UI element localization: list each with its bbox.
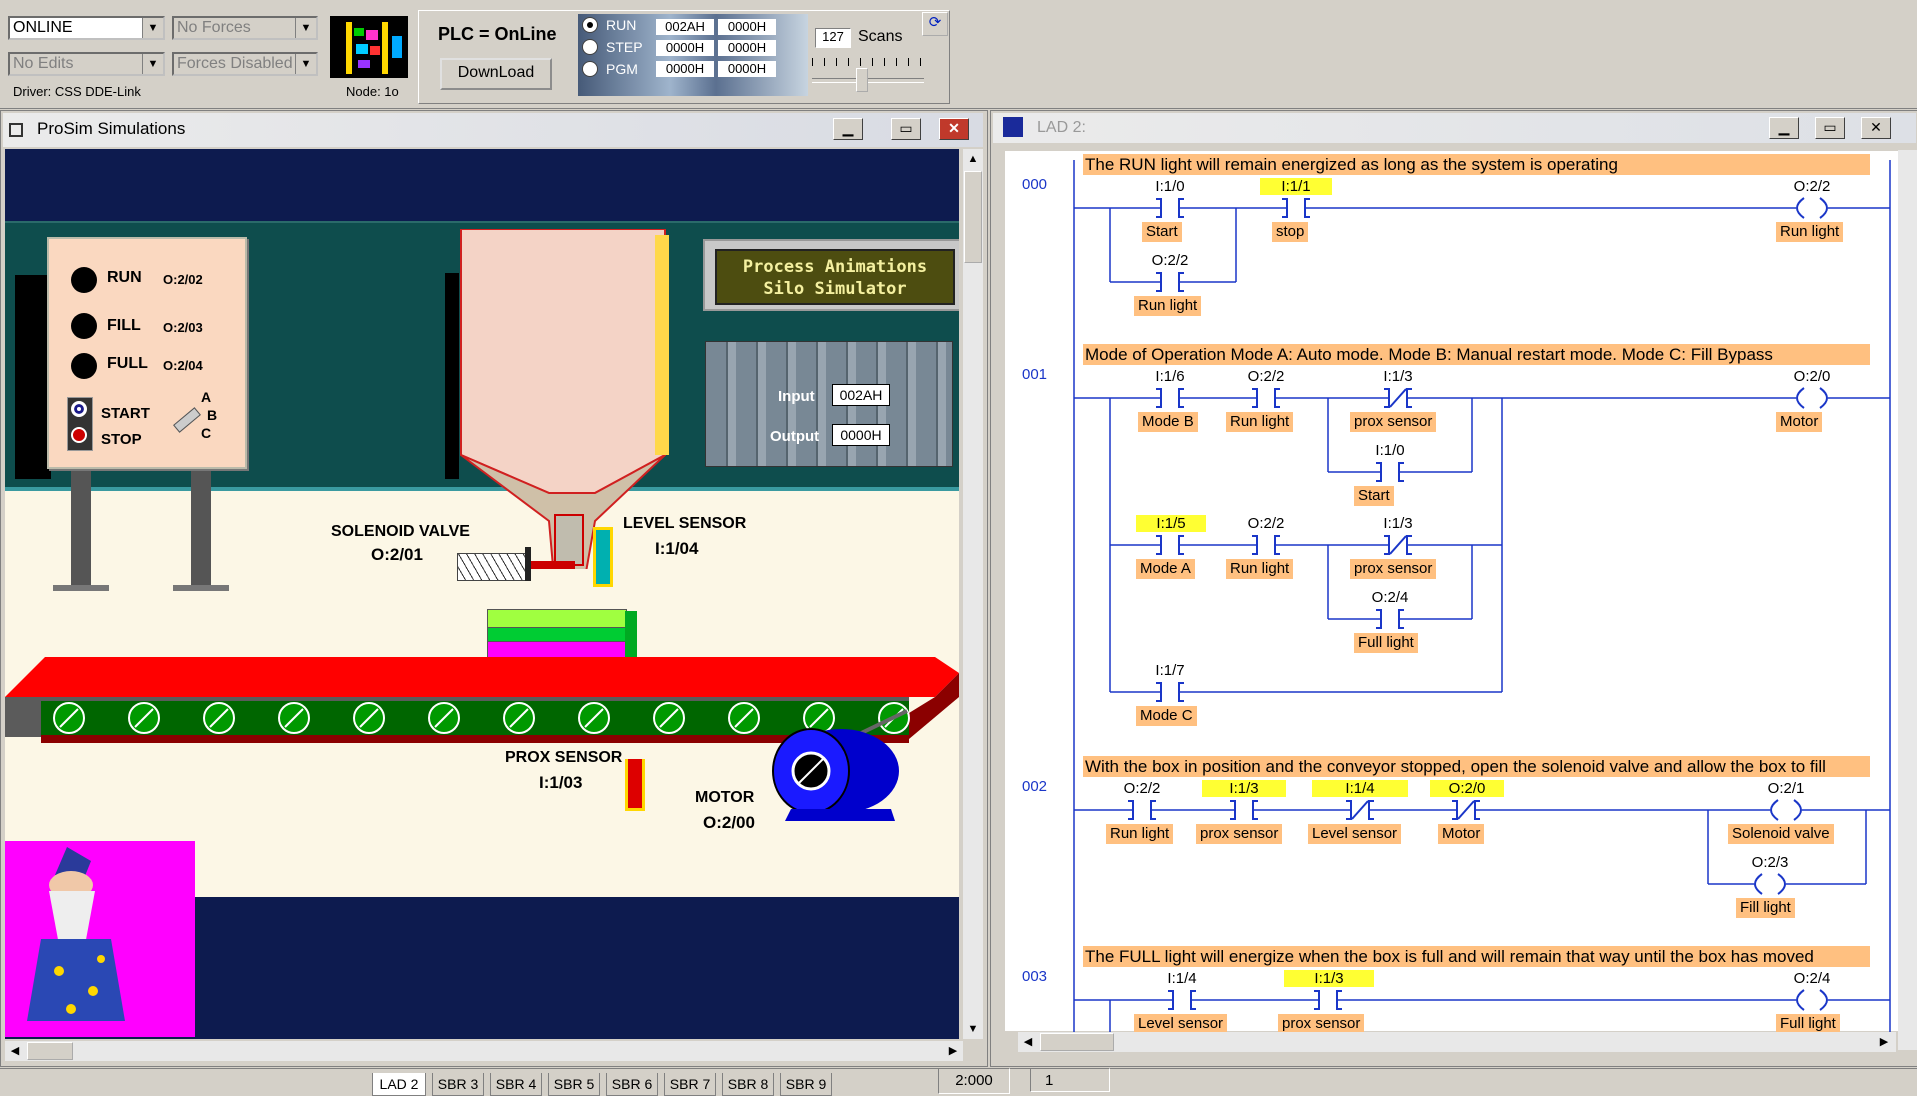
contact-gap[interactable]: [1160, 536, 1180, 554]
contact-address: I:1/5: [1136, 515, 1206, 532]
contact-address: O:2/0: [1430, 780, 1504, 797]
contact-address: I:1/3: [1202, 780, 1286, 797]
rung-number-002: 002: [1022, 778, 1048, 795]
contact-gap[interactable]: [1160, 273, 1180, 291]
contact-tag[interactable]: prox sensor: [1350, 559, 1437, 579]
coil-address: O:2/2: [1793, 178, 1831, 195]
coil-address: O:2/1: [1767, 780, 1805, 797]
contact-address: I:1/4: [1312, 780, 1408, 797]
coil-tag[interactable]: Fill light: [1736, 898, 1795, 918]
contact-gap[interactable]: [1380, 610, 1400, 628]
contact-address: O:2/2: [1247, 368, 1285, 385]
contact-address: I:1/4: [1167, 970, 1197, 987]
status-value-text: 1: [1045, 1072, 1054, 1089]
coil-tag[interactable]: Run light: [1776, 222, 1844, 242]
coil-tag[interactable]: Full light: [1776, 1014, 1840, 1034]
contact-tag[interactable]: Mode C: [1136, 706, 1197, 726]
hscroll-thumb[interactable]: [1040, 1033, 1114, 1051]
contact-gap[interactable]: [1256, 389, 1276, 407]
contact-tag[interactable]: Start: [1354, 486, 1394, 506]
tab-sbr-7[interactable]: SBR 7: [664, 1073, 716, 1096]
contact-tag[interactable]: Run light: [1134, 296, 1202, 316]
contact-tag[interactable]: Mode A: [1136, 559, 1195, 579]
scroll-right-arrow[interactable]: ▶: [1874, 1032, 1894, 1052]
contact-tag[interactable]: stop: [1272, 222, 1309, 242]
contact-address: O:2/2: [1247, 515, 1285, 532]
contact-address: O:2/2: [1151, 252, 1189, 269]
contact-address: I:1/0: [1155, 178, 1185, 195]
status-value: 1: [1030, 1068, 1110, 1092]
rung-number-001: 001: [1022, 366, 1048, 383]
contact-gap[interactable]: [1234, 801, 1254, 819]
contact-tag[interactable]: Start: [1142, 222, 1182, 242]
scroll-left-arrow[interactable]: ◀: [1018, 1032, 1038, 1052]
contact-gap[interactable]: [1172, 991, 1192, 1009]
tab-sbr-4[interactable]: SBR 4: [490, 1073, 542, 1096]
contact-gap[interactable]: [1256, 536, 1276, 554]
lad-vscrollbar[interactable]: [1898, 150, 1917, 1050]
contact-address: I:1/6: [1155, 368, 1185, 385]
contact-tag[interactable]: Level sensor: [1134, 1014, 1228, 1034]
rung-comment-003: The FULL light will energize when the bo…: [1083, 946, 1870, 967]
contact-tag[interactable]: Run light: [1106, 824, 1174, 844]
tab-sbr-6[interactable]: SBR 6: [606, 1073, 658, 1096]
tab-lad-2[interactable]: LAD 2: [372, 1073, 426, 1096]
coil-tag[interactable]: Solenoid valve: [1728, 824, 1834, 844]
contact-tag[interactable]: Run light: [1226, 559, 1294, 579]
contact-tag[interactable]: Mode B: [1138, 412, 1198, 432]
status-position-value: 2:000: [955, 1072, 993, 1089]
tab-sbr-9[interactable]: SBR 9: [780, 1073, 832, 1096]
rung-number-003: 003: [1022, 968, 1048, 985]
contact-tag[interactable]: Motor: [1438, 824, 1485, 844]
contact-address: I:1/7: [1155, 662, 1185, 679]
contact-tag[interactable]: prox sensor: [1278, 1014, 1365, 1034]
coil-address: O:2/4: [1793, 970, 1831, 987]
rung-comment-001: Mode of Operation Mode A: Auto mode. Mod…: [1083, 344, 1870, 365]
status-position: 2:000: [938, 1068, 1010, 1094]
coil-tag[interactable]: Motor: [1776, 412, 1823, 432]
tab-sbr-3[interactable]: SBR 3: [432, 1073, 484, 1096]
contact-gap[interactable]: [1318, 991, 1338, 1009]
contact-gap[interactable]: [1160, 389, 1180, 407]
contact-tag[interactable]: prox sensor: [1196, 824, 1283, 844]
contact-tag[interactable]: Run light: [1226, 412, 1294, 432]
tab-sbr-5[interactable]: SBR 5: [548, 1073, 600, 1096]
coil-address: O:2/0: [1793, 368, 1831, 385]
contact-tag[interactable]: Level sensor: [1308, 824, 1402, 844]
contact-address: I:1/3: [1383, 515, 1413, 532]
contact-address: I:1/3: [1383, 368, 1413, 385]
contact-address: I:1/1: [1260, 178, 1332, 195]
contact-address: O:2/4: [1371, 589, 1409, 606]
rung-number-000: 000: [1022, 176, 1048, 193]
contact-address: I:1/3: [1284, 970, 1374, 987]
contact-gap[interactable]: [1160, 683, 1180, 701]
contact-gap[interactable]: [1132, 801, 1152, 819]
rung-comment-002: With the box in position and the conveyo…: [1083, 756, 1870, 777]
contact-address: O:2/2: [1123, 780, 1161, 797]
contact-gap[interactable]: [1380, 463, 1400, 481]
coil-address: O:2/3: [1751, 854, 1789, 871]
contact-tag[interactable]: Full light: [1354, 633, 1418, 653]
contact-tag[interactable]: prox sensor: [1350, 412, 1437, 432]
tab-sbr-8[interactable]: SBR 8: [722, 1073, 774, 1096]
contact-gap[interactable]: [1286, 199, 1306, 217]
lad-hscrollbar[interactable]: ◀ ▶: [1018, 1032, 1896, 1052]
ladder-symbols: [1128, 197, 1828, 1011]
rung-comment-000: The RUN light will remain energized as l…: [1083, 154, 1870, 175]
contact-gap[interactable]: [1160, 199, 1180, 217]
contact-address: I:1/0: [1375, 442, 1405, 459]
